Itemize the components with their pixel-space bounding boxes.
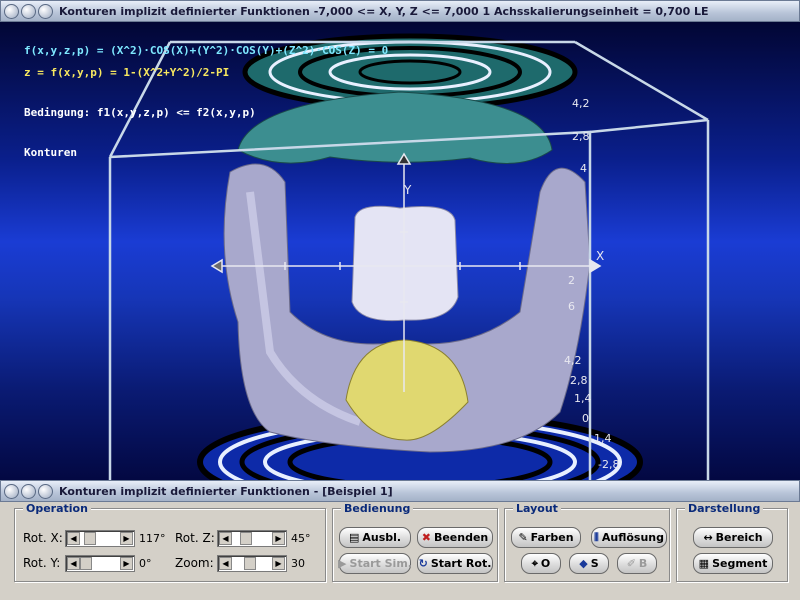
slider-thumb[interactable] (84, 532, 96, 545)
aufloesung-button[interactable]: ⦀ Auflösung (591, 527, 667, 548)
beenden-button[interactable]: ✖ Beenden (417, 527, 493, 548)
control-close-button[interactable] (4, 483, 19, 499)
start-rot-button[interactable]: ↻ Start Rot. (417, 553, 493, 574)
paint-icon: ✎ (518, 531, 528, 544)
rot-y-value: 0° (139, 557, 152, 570)
range-icon: ↔ (703, 531, 713, 544)
segment-button-label: Segment (712, 557, 768, 570)
condition-text: Bedingung: f1(x,y,z,p) <= f2(x,y,p) (24, 106, 256, 119)
arrow-left-icon[interactable]: ◀ (219, 557, 232, 570)
ausbl-button-label: Ausbl. (362, 531, 402, 544)
rot-z-slider[interactable]: ◀ ▶ (217, 530, 287, 547)
close-x-icon: ✖ (421, 531, 431, 544)
arrow-right-icon[interactable]: ▶ (120, 557, 133, 570)
white-cube (351, 205, 459, 322)
arrow-right-icon[interactable]: ▶ (120, 532, 133, 545)
o-button-label: O (540, 557, 551, 570)
o-button[interactable]: ⌖ O (521, 553, 561, 574)
3d-scene: X Y 4,2 2,8 4 2 6 4,2 2,8 1,4 0 -1,4 -2,… (108, 33, 710, 480)
zoom-label: Zoom: (175, 556, 214, 570)
control-minimize-button[interactable] (21, 483, 36, 499)
play-icon: ▶ (338, 557, 347, 570)
darstellung-group: Darstellung ↔ Bereich ▦ Segment (676, 502, 788, 582)
b-button-label: B (638, 557, 648, 570)
arrow-left-icon[interactable]: ◀ (67, 557, 80, 570)
ausbl-button[interactable]: ▤ Ausbl. (339, 527, 411, 548)
main-window-title: Konturen implizit definierter Funktionen… (59, 4, 709, 18)
bereich-button-label: Bereich (715, 531, 763, 544)
mode-text: Konturen (24, 146, 77, 159)
layout-group: Layout ✎ Farben ⦀ Auflösung ⌖ O ◆ S ✐ B (504, 502, 670, 582)
3d-viewport[interactable]: X Y 4,2 2,8 4 2 6 4,2 2,8 1,4 0 -1,4 -2,… (0, 22, 800, 480)
shape-icon: ◆ (579, 557, 588, 570)
control-window-title: Konturen implizit definierter Funktionen… (59, 484, 393, 498)
axis-x-label: X (596, 249, 604, 263)
operation-group-label: Operation (23, 502, 91, 515)
crosshair-icon: ⌖ (531, 556, 538, 570)
window-close-button[interactable] (4, 3, 19, 19)
scale-label: 4 (580, 162, 587, 175)
rot-x-value: 117° (139, 532, 166, 545)
farben-button-label: Farben (530, 531, 574, 544)
scale-label: 2 (568, 274, 575, 287)
rot-y-label: Rot. Y: (23, 556, 61, 570)
b-button[interactable]: ✐ B (617, 553, 657, 574)
bereich-button[interactable]: ↔ Bereich (693, 527, 773, 548)
arrow-right-icon[interactable]: ▶ (272, 557, 285, 570)
rot-x-slider[interactable]: ◀ ▶ (65, 530, 135, 547)
start-sim-button-label: Start Sim. (349, 557, 412, 570)
scale-label: -1,4 (590, 432, 611, 445)
arrow-left-icon[interactable]: ◀ (67, 532, 80, 545)
zoom-value: 30 (291, 557, 305, 570)
rot-y-slider[interactable]: ◀ ▶ (65, 555, 135, 572)
scale-label: 4,2 (572, 97, 590, 110)
bedienung-group-label: Bedienung (341, 502, 414, 515)
brush-icon: ✐ (626, 557, 636, 570)
s-button[interactable]: ◆ S (569, 553, 609, 574)
scale-label: -2,8 (598, 458, 619, 471)
scale-label: 1,4 (574, 392, 592, 405)
window-minimize-button[interactable] (21, 3, 36, 19)
beenden-button-label: Beenden (433, 531, 489, 544)
axis-y-label: Y (403, 183, 412, 197)
scale-label: 4,2 (564, 354, 582, 367)
formula-line-2: z = f(x,y,p) = 1-(X^2+Y^2)/2-PI (24, 66, 230, 79)
aufloesung-button-label: Auflösung (601, 531, 664, 544)
farben-button[interactable]: ✎ Farben (511, 527, 581, 548)
slider-thumb[interactable] (244, 557, 256, 570)
bedienung-group: Bedienung ▤ Ausbl. ✖ Beenden ▶ Start Sim… (332, 502, 498, 582)
formula-line-1: f(x,y,z,p) = (X^2)·COS(X)+(Y^2)·COS(Y)+(… (24, 44, 389, 57)
rot-x-label: Rot. X: (23, 531, 63, 545)
ausbl-icon: ▤ (348, 531, 360, 544)
slider-thumb[interactable] (80, 557, 92, 570)
start-sim-button[interactable]: ▶ Start Sim. (338, 553, 412, 574)
control-maximize-button[interactable] (38, 483, 53, 499)
axis-scale-labels: 4,2 2,8 4 2 6 4,2 2,8 1,4 0 -1,4 -2,8 (564, 97, 619, 471)
slider-thumb[interactable] (240, 532, 252, 545)
control-title-bar[interactable]: Konturen implizit definierter Funktionen… (0, 480, 800, 502)
window-maximize-button[interactable] (38, 3, 53, 19)
rotate-icon: ↻ (418, 557, 428, 570)
operation-group: Operation Rot. X: ◀ ▶ 117° Rot. Y: ◀ ▶ 0… (14, 502, 326, 582)
scale-label: 2,8 (570, 374, 588, 387)
main-title-bar[interactable]: Konturen implizit definierter Funktionen… (0, 0, 800, 22)
darstellung-group-label: Darstellung (685, 502, 764, 515)
segment-button[interactable]: ▦ Segment (693, 553, 773, 574)
scale-label: 6 (568, 300, 575, 313)
arrow-right-icon[interactable]: ▶ (272, 532, 285, 545)
rot-z-value: 45° (291, 532, 311, 545)
layout-group-label: Layout (513, 502, 561, 515)
table-icon: ▦ (698, 557, 710, 570)
scale-label: 0 (582, 412, 589, 425)
zoom-slider[interactable]: ◀ ▶ (217, 555, 287, 572)
start-rot-button-label: Start Rot. (430, 557, 492, 570)
grid-lines-icon: ⦀ (594, 530, 599, 544)
scale-label: 2,8 (572, 130, 590, 143)
s-button-label: S (590, 557, 599, 570)
control-panel: Operation Rot. X: ◀ ▶ 117° Rot. Y: ◀ ▶ 0… (0, 502, 800, 600)
rot-z-label: Rot. Z: (175, 531, 215, 545)
arrow-left-icon[interactable]: ◀ (219, 532, 232, 545)
